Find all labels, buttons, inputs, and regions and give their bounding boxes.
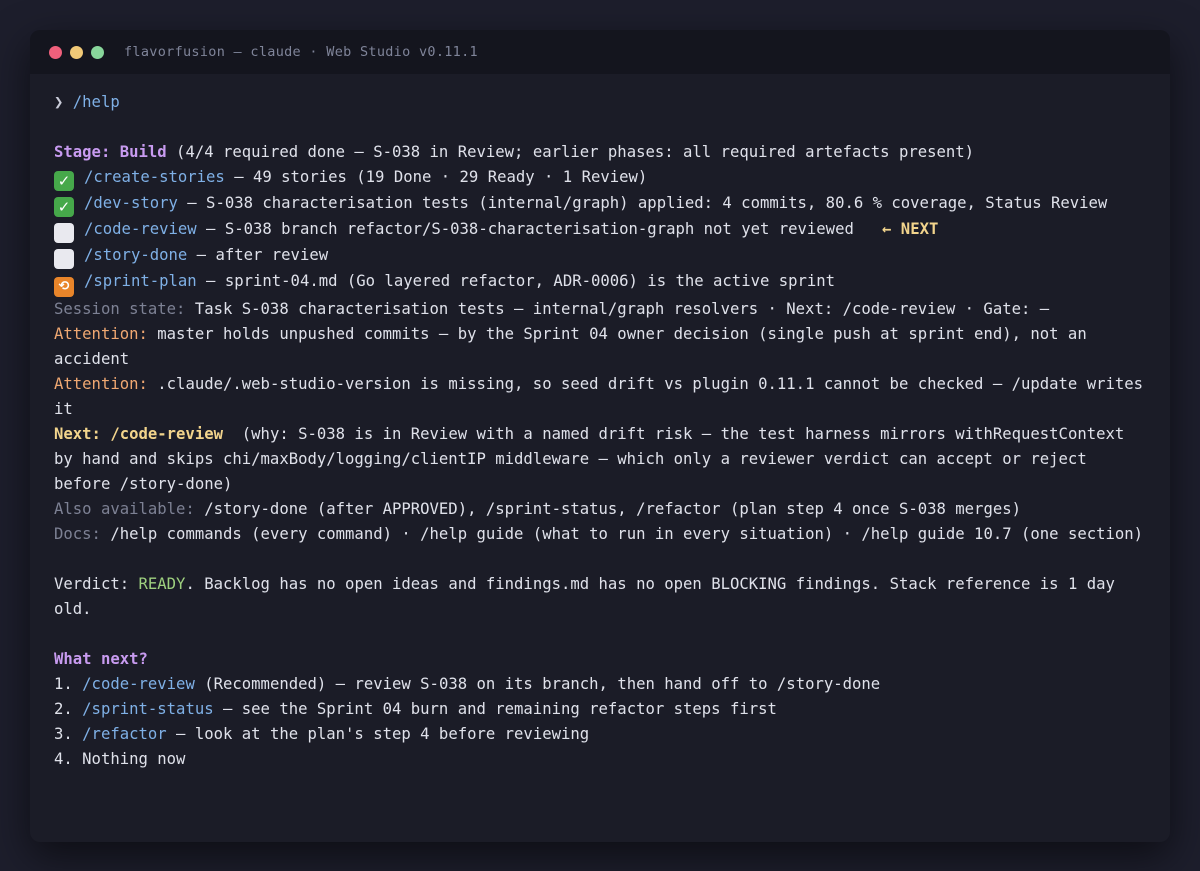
stage-line: Stage: Build (4/4 required done — S-038 … (54, 140, 1146, 165)
option-command[interactable]: /refactor (82, 725, 167, 743)
next-marker: ← NEXT (853, 220, 939, 238)
step-row: ✓ /create-stories — 49 stories (19 Done ·… (54, 165, 1146, 191)
step-text: — 49 stories (19 Done · 29 Ready · 1 Rev… (224, 168, 648, 186)
also-available-text: /story-done (after APPROVED), /sprint-st… (194, 500, 1021, 518)
attention-label: Attention: (54, 325, 148, 343)
step-text: — sprint-04.md (Go layered refactor, ADR… (196, 272, 836, 290)
attention-text: master holds unpushed commits — by the S… (54, 325, 1097, 368)
option-item[interactable]: 1. /code-review (Recommended) — review S… (54, 672, 1146, 697)
docs-line: Docs: /help commands (every command) · /… (54, 522, 1146, 547)
session-state-label: Session state: (54, 300, 186, 318)
what-next-heading: What next? (54, 650, 148, 668)
step-text: — after review (187, 246, 329, 264)
verdict-text: . Backlog has no open ideas and findings… (54, 575, 1125, 618)
option-command[interactable]: /code-review (82, 675, 195, 693)
option-text: (Recommended) — review S-038 on its bran… (194, 675, 881, 693)
docs-text: /help commands (every command) · /help g… (100, 525, 1144, 543)
option-command[interactable]: /sprint-status (82, 700, 213, 718)
option-number: 3. (54, 725, 83, 743)
step-command[interactable]: /create-stories (84, 168, 225, 186)
also-available-label: Also available: (54, 500, 195, 518)
stage-detail: (4/4 required done — S-038 in Review; ea… (166, 143, 975, 161)
empty-box-icon (54, 249, 74, 269)
verdict-line: Verdict: READY. Backlog has no open idea… (54, 572, 1146, 622)
step-command[interactable]: /code-review (84, 220, 197, 238)
verdict-status: READY (138, 575, 186, 593)
option-text: — see the Sprint 04 burn and remaining r… (213, 700, 777, 718)
step-row: /story-done — after review (54, 243, 1146, 269)
step-text: — S-038 characterisation tests (internal… (177, 194, 1108, 212)
check-mark-icon: ✓ (54, 171, 74, 191)
step-command[interactable]: /dev-story (84, 194, 178, 212)
window-title: flavorfusion — claude · Web Studio v0.11… (124, 44, 478, 60)
option-text: Nothing now (82, 750, 186, 768)
terminal-output: ❯ /help Stage: Build (4/4 required done … (30, 74, 1170, 772)
entered-command: /help (72, 93, 120, 111)
option-number: 2. (54, 700, 83, 718)
next-label: Next: /code-review (54, 425, 223, 443)
attention-label: Attention: (54, 375, 148, 393)
title-bar: flavorfusion — claude · Web Studio v0.11… (30, 30, 1170, 74)
step-command[interactable]: /story-done (84, 246, 187, 264)
step-row: ⟲ /sprint-plan — sprint-04.md (Go layered… (54, 269, 1146, 297)
also-available-line: Also available: /story-done (after APPRO… (54, 497, 1146, 522)
step-text: — S-038 branch refactor/S-038-characteri… (196, 220, 854, 238)
session-state-text: Task S-038 characterisation tests — inte… (185, 300, 1050, 318)
next-line: Next: /code-review (why: S-038 is in Rev… (54, 422, 1146, 497)
step-row: ✓ /dev-story — S-038 characterisation tes… (54, 191, 1146, 217)
prompt-chevron-icon: ❯ (54, 93, 64, 111)
prompt-line: ❯ /help (54, 90, 1146, 115)
docs-label: Docs: (54, 525, 101, 543)
terminal-window: flavorfusion — claude · Web Studio v0.11… (30, 30, 1170, 842)
option-number: 1. (54, 675, 83, 693)
option-text: — look at the plan's step 4 before revie… (166, 725, 590, 743)
check-mark-icon: ✓ (54, 197, 74, 217)
step-command[interactable]: /sprint-plan (84, 272, 197, 290)
step-row: /code-review — S-038 branch refactor/S-0… (54, 217, 1146, 243)
attention-line: Attention: master holds unpushed commits… (54, 322, 1146, 372)
option-item[interactable]: 3. /refactor — look at the plan's step 4… (54, 722, 1146, 747)
option-item[interactable]: 4. Nothing now (54, 747, 1146, 772)
close-window-button[interactable] (49, 45, 62, 59)
attention-text: .claude/.web-studio-version is missing, … (54, 375, 1153, 418)
empty-box-icon (54, 223, 74, 243)
option-item[interactable]: 2. /sprint-status — see the Sprint 04 bu… (54, 697, 1146, 722)
minimize-window-button[interactable] (70, 45, 83, 59)
session-state-line: Session state: Task S-038 characterisati… (54, 297, 1146, 322)
attention-line: Attention: .claude/.web-studio-version i… (54, 372, 1146, 422)
verdict-label: Verdict: (54, 575, 139, 593)
repeat-icon: ⟲ (54, 277, 74, 297)
stage-label: Stage: Build (54, 143, 167, 161)
option-number: 4. (54, 750, 83, 768)
maximize-window-button[interactable] (91, 45, 104, 59)
